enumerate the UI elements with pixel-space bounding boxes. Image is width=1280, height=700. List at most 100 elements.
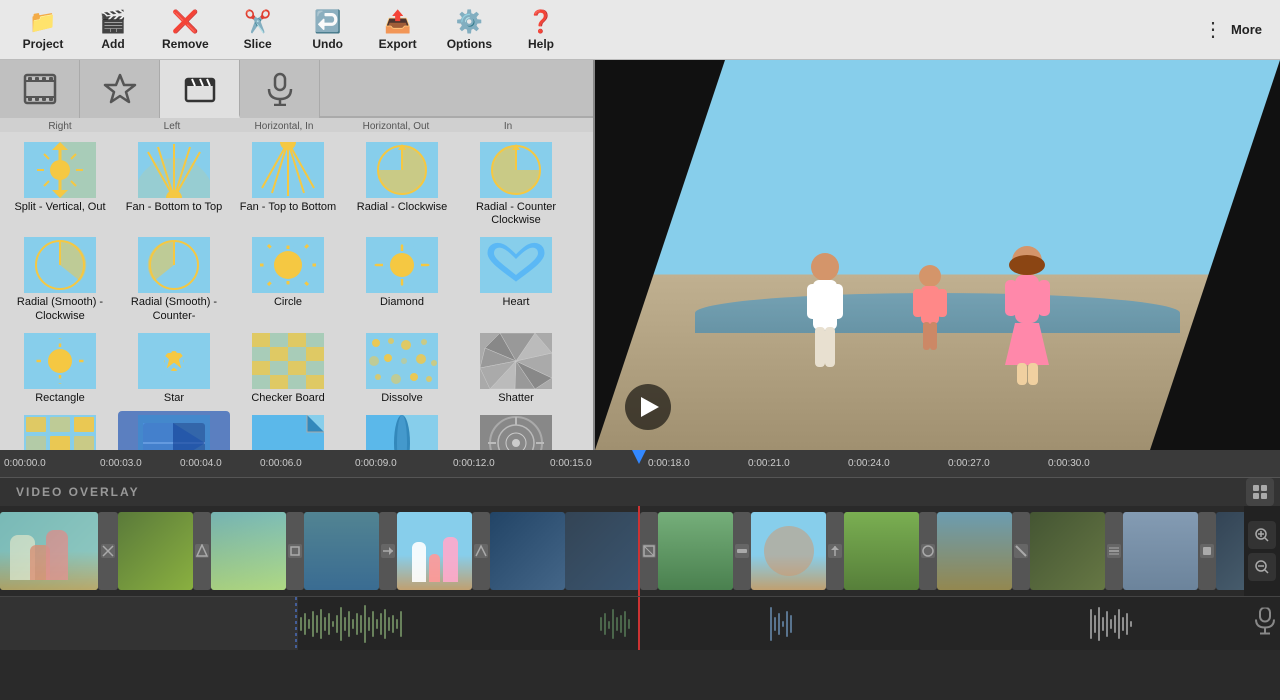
- track-zoom-in-icon[interactable]: [1248, 521, 1276, 549]
- project-button[interactable]: 📁 Project: [8, 5, 78, 55]
- time-mark-18: 0:00:18.0: [648, 458, 690, 469]
- video-preview-panel: [595, 60, 1280, 450]
- track-right-controls: [1244, 506, 1280, 596]
- diamond-label: Diamond: [380, 296, 424, 309]
- audio-mic-button[interactable]: [1254, 607, 1276, 640]
- fan-bottom-top-label: Fan - Bottom to Top: [126, 201, 222, 214]
- slice-button[interactable]: ✂️ Slice: [223, 5, 293, 55]
- transition-rectangle[interactable]: Rectangle: [4, 329, 116, 409]
- radial-counter-label: Radial - Counter Clockwise: [462, 201, 570, 227]
- track-clip-12[interactable]: [1123, 512, 1198, 590]
- roll-thumb: [366, 415, 438, 450]
- transition-star[interactable]: Star: [118, 329, 230, 409]
- transition-split-vertical-out[interactable]: Split - Vertical, Out: [4, 138, 116, 231]
- undo-button[interactable]: ↩️ Undo: [293, 5, 363, 55]
- track-clip-9[interactable]: [844, 512, 919, 590]
- help-button[interactable]: ❓ Help: [506, 5, 576, 55]
- track-clip-8[interactable]: [751, 512, 826, 590]
- track-transition-2[interactable]: [193, 512, 211, 590]
- transition-icon-12: [1200, 544, 1214, 558]
- track-clip-5[interactable]: [397, 512, 472, 590]
- export-button[interactable]: 📤 Export: [363, 5, 433, 55]
- split-vertical-out-label: Split - Vertical, Out: [14, 201, 105, 214]
- audio-track: [0, 596, 1280, 650]
- transition-roll[interactable]: Roll: [346, 411, 458, 450]
- track-clip-selected[interactable]: [565, 512, 640, 590]
- radial-smooth-ccw-thumb: [138, 237, 210, 293]
- transition-page-curl[interactable]: Page Curl: [232, 411, 344, 450]
- squares-thumb: [24, 415, 96, 450]
- person1-figure: [795, 252, 855, 392]
- video-overlay-text: VIDEO OVERLAY: [16, 485, 140, 499]
- transition-radial-counter-clockwise[interactable]: Radial - Counter Clockwise: [460, 138, 572, 231]
- track-transition-12[interactable]: [1198, 512, 1216, 590]
- transition-circle[interactable]: Circle: [232, 233, 344, 326]
- transition-dissolve[interactable]: Dissolve: [346, 329, 458, 409]
- playhead-triangle[interactable]: [632, 450, 646, 464]
- track-transition-7[interactable]: [733, 512, 751, 590]
- track-transition-4[interactable]: [379, 512, 397, 590]
- track-transition-11[interactable]: [1105, 512, 1123, 590]
- transition-icon-8: [828, 544, 842, 558]
- time-mark-12: 0:00:12.0: [453, 458, 495, 469]
- transition-diamond[interactable]: Diamond: [346, 233, 458, 326]
- track-clip-7[interactable]: [658, 512, 733, 590]
- remove-button[interactable]: ❌ Remove: [148, 5, 223, 55]
- transition-squares[interactable]: Squares: [4, 411, 116, 450]
- transition-heart[interactable]: Heart: [460, 233, 572, 326]
- tab-transitions[interactable]: [160, 60, 240, 118]
- transition-fan-top-bottom[interactable]: Fan - Top to Bottom: [232, 138, 344, 231]
- options-button[interactable]: ⚙️ Options: [433, 5, 506, 55]
- heart-thumb: [480, 237, 552, 293]
- time-mark-30: 0:00:30.0: [1048, 458, 1090, 469]
- track-transition-5[interactable]: [472, 512, 490, 590]
- track-area: [0, 506, 1280, 700]
- tab-audio[interactable]: [240, 60, 320, 118]
- star-label: Star: [164, 392, 184, 405]
- track-clip-1[interactable]: [0, 512, 98, 590]
- track-transition-3[interactable]: [286, 512, 304, 590]
- transition-checker-board[interactable]: Checker Board: [232, 329, 344, 409]
- transition-radial-smooth-ccw[interactable]: Radial (Smooth) - Counter-: [118, 233, 230, 326]
- transition-icon-4: [381, 544, 395, 558]
- radial-counter-thumb: [480, 142, 552, 198]
- transition-zoom[interactable]: Zoom: [460, 411, 572, 450]
- star-tab-icon: [103, 72, 137, 106]
- shatter-thumb: [480, 333, 552, 389]
- track-transition-1[interactable]: [98, 512, 118, 590]
- track-clip-2[interactable]: [118, 512, 193, 590]
- tab-star[interactable]: [80, 60, 160, 118]
- transition-shatter[interactable]: Shatter: [460, 329, 572, 409]
- project-label: Project: [23, 37, 64, 51]
- time-mark-9: 0:00:09.0: [355, 458, 397, 469]
- transition-fan-bottom-top[interactable]: Fan - Bottom to Top: [118, 138, 230, 231]
- remove-label: Remove: [162, 37, 209, 51]
- options-icon: ⚙️: [456, 9, 483, 35]
- transition-icon-10: [1014, 544, 1028, 558]
- track-clip-4[interactable]: [304, 512, 379, 590]
- transition-icon-9: [921, 544, 935, 558]
- tab-filmstrip[interactable]: [0, 60, 80, 118]
- transition-radial-clockwise[interactable]: Radial - Clockwise: [346, 138, 458, 231]
- track-clip-10[interactable]: [937, 512, 1012, 590]
- transition-radial-smooth-cw[interactable]: Radial (Smooth) - Clockwise: [4, 233, 116, 326]
- track-transition-10[interactable]: [1012, 512, 1030, 590]
- transition-icon-3: [288, 544, 302, 558]
- track-transition-8[interactable]: [826, 512, 844, 590]
- slice-label: Slice: [244, 37, 272, 51]
- add-button[interactable]: 🎬 Add: [78, 5, 148, 55]
- play-button[interactable]: [625, 384, 671, 430]
- track-clip-6[interactable]: [490, 512, 565, 590]
- more-button[interactable]: ⋮ More: [1193, 13, 1272, 46]
- timeline-grid-icon[interactable]: [1246, 478, 1274, 506]
- track-transition-6[interactable]: [640, 512, 658, 590]
- track-clip-3[interactable]: [211, 512, 286, 590]
- cat-in: In: [452, 121, 564, 132]
- track-clip-11[interactable]: [1030, 512, 1105, 590]
- video-overlay-bar: VIDEO OVERLAY: [0, 478, 1280, 506]
- track-zoom-out-icon[interactable]: [1248, 553, 1276, 581]
- transition-flip[interactable]: Flip: [118, 411, 230, 450]
- fan-top-bottom-thumb: [252, 142, 324, 198]
- project-icon: 📁: [29, 9, 56, 35]
- track-transition-9[interactable]: [919, 512, 937, 590]
